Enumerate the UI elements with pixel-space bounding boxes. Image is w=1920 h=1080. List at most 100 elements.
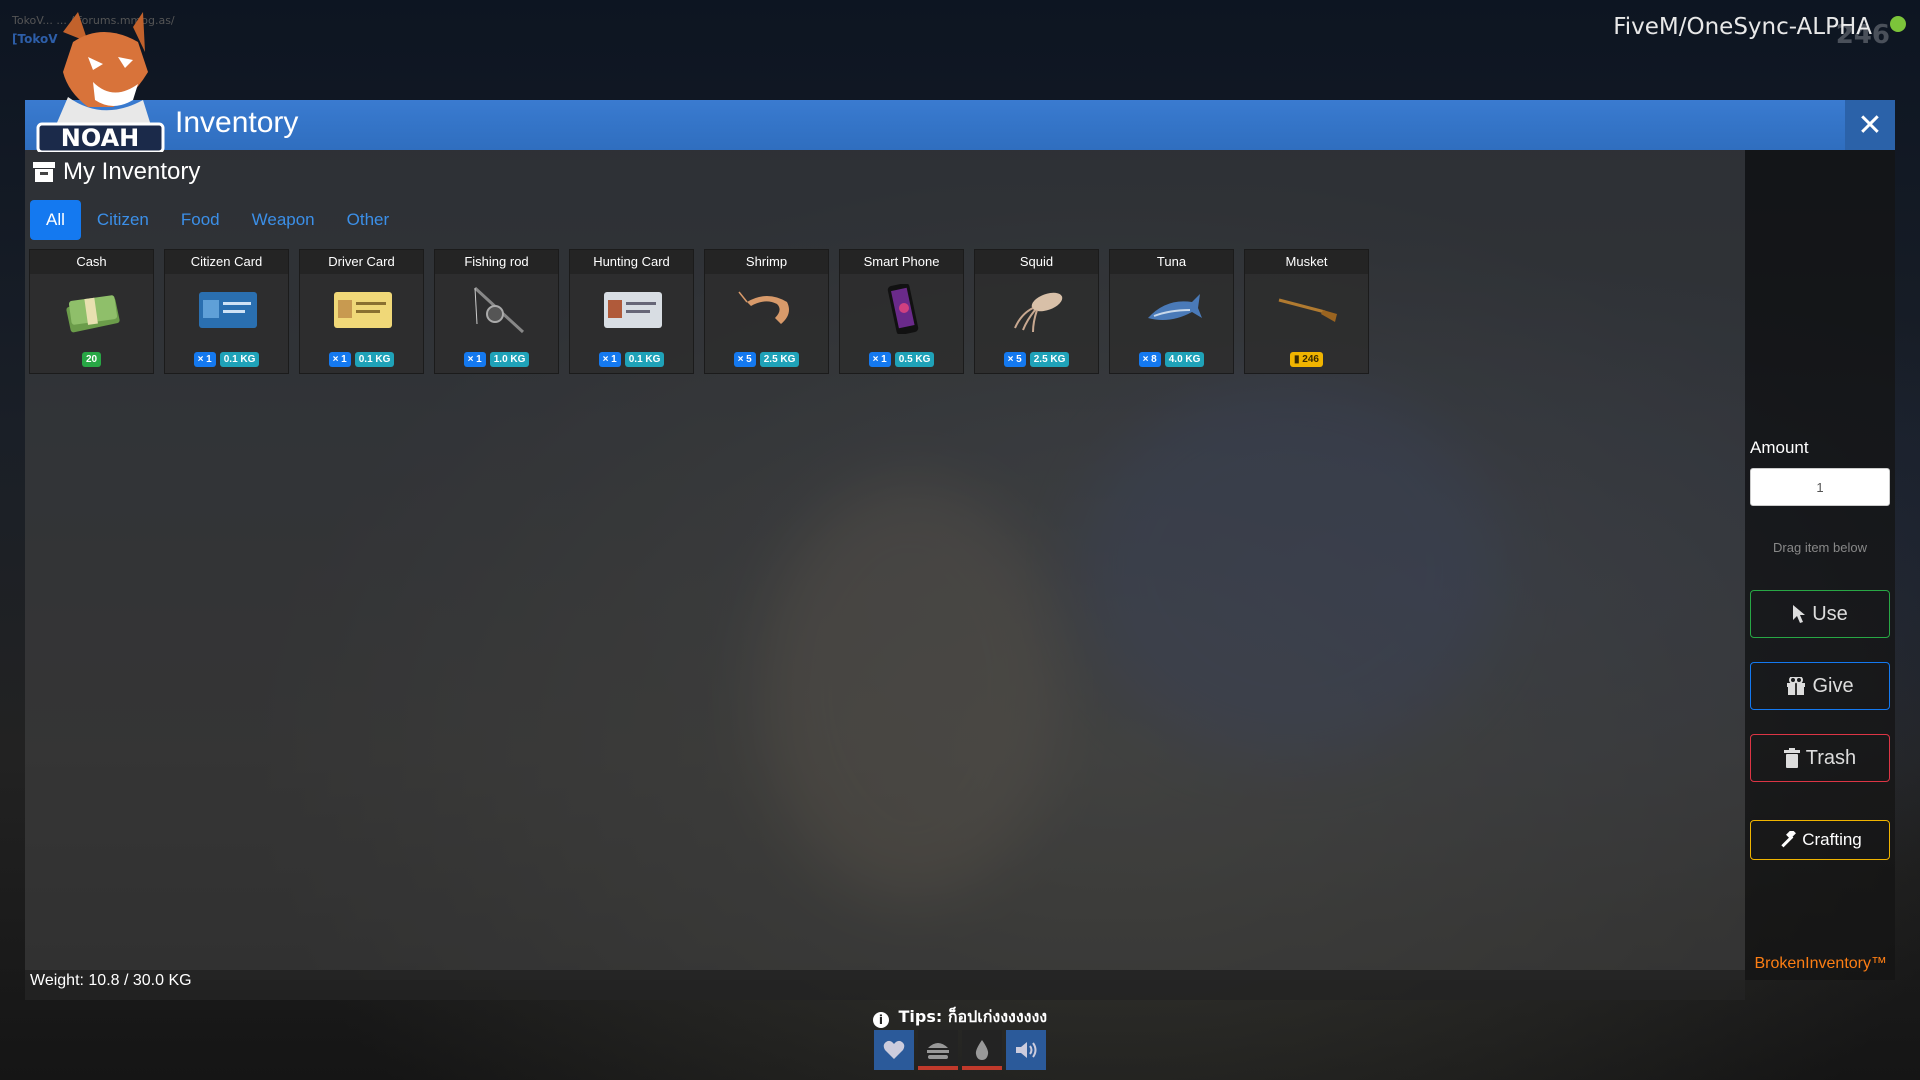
info-icon: i	[872, 1012, 889, 1028]
count-badge: × 1	[598, 352, 621, 367]
tips-text: Tips: ก็อปเก่งงงงงงง	[898, 1007, 1048, 1026]
item-slot-hunting-card[interactable]: Hunting Card × 1 0.1 KG	[569, 249, 694, 374]
weight-badge: 0.5 KG	[894, 352, 935, 367]
item-grid: Cash 20 Citizen Card × 1 0.1 KG Driver C…	[29, 249, 1369, 374]
category-tabs: All Citizen Food Weapon Other	[30, 200, 405, 240]
hunting-card-icon	[604, 292, 662, 328]
hunger-level-bar	[918, 1066, 958, 1070]
quantity-badge: 20	[81, 352, 102, 367]
fishing-rod-icon	[473, 286, 525, 334]
item-name: Squid	[975, 250, 1098, 274]
count-badge: × 1	[868, 352, 891, 367]
voice-status	[1006, 1030, 1046, 1070]
gift-icon	[1787, 677, 1806, 695]
item-name: Fishing rod	[435, 250, 558, 274]
count-badge: × 5	[733, 352, 756, 367]
weight-badge: 2.5 KG	[1029, 352, 1070, 367]
close-button[interactable]: ✕	[1845, 100, 1895, 150]
health-status	[874, 1030, 914, 1070]
item-slot-fishing-rod[interactable]: Fishing rod × 1 1.0 KG	[434, 249, 559, 374]
heart-icon	[883, 1040, 905, 1059]
trash-icon	[1783, 748, 1800, 768]
item-name: Shrimp	[705, 250, 828, 274]
wolf-logo-icon: NOAH	[36, 12, 165, 152]
item-name: Hunting Card	[570, 250, 693, 274]
tab-all[interactable]: All	[30, 200, 81, 240]
thirst-level-bar	[962, 1066, 1002, 1070]
inventory-window: Inventory ✕ NOAH My Inventory All Citize…	[25, 12, 1895, 1000]
item-name: Tuna	[1110, 250, 1233, 274]
ammo-badge: ▮ 246	[1290, 352, 1323, 367]
archive-box-icon	[33, 162, 55, 182]
smartphone-icon	[887, 284, 919, 334]
drag-hint: Drag item below	[1773, 540, 1867, 555]
titlebar: Inventory ✕	[25, 100, 1895, 150]
tuna-icon	[1148, 294, 1202, 320]
musket-icon	[1278, 298, 1337, 322]
server-status-icon	[1890, 16, 1906, 32]
item-slot-citizen-card[interactable]: Citizen Card × 1 0.1 KG	[164, 249, 289, 374]
item-name: Musket	[1245, 250, 1368, 274]
weight-badge: 1.0 KG	[489, 352, 530, 367]
server-name: FiveM/OneSync-ALPHA	[1613, 14, 1872, 40]
use-drop-zone[interactable]: Use	[1750, 590, 1890, 638]
pointer-icon	[1793, 605, 1806, 623]
use-label: Use	[1812, 602, 1848, 625]
item-slot-musket[interactable]: Musket ▮ 246	[1244, 249, 1369, 374]
crafting-label: Crafting	[1802, 830, 1862, 849]
item-slot-driver-card[interactable]: Driver Card × 1 0.1 KG	[299, 249, 424, 374]
item-name: Smart Phone	[840, 250, 963, 274]
driver-card-icon	[334, 292, 392, 328]
shrimp-icon	[738, 291, 789, 324]
action-panel: Amount Drag item below Use Give Trash Cr…	[1745, 150, 1895, 980]
weight-bar	[25, 970, 1745, 1000]
tab-food[interactable]: Food	[165, 200, 236, 240]
status-bar	[874, 1030, 1046, 1070]
tab-weapon[interactable]: Weapon	[236, 200, 331, 240]
hammer-icon	[1781, 831, 1797, 848]
tab-other[interactable]: Other	[331, 200, 406, 240]
thirst-status	[962, 1030, 1002, 1070]
give-drop-zone[interactable]: Give	[1750, 662, 1890, 710]
item-name: Citizen Card	[165, 250, 288, 274]
item-slot-cash[interactable]: Cash 20	[29, 249, 154, 374]
item-slot-squid[interactable]: Squid × 5 2.5 KG	[974, 249, 1099, 374]
count-badge: × 5	[1003, 352, 1026, 367]
count-badge: × 1	[463, 352, 486, 367]
item-slot-shrimp[interactable]: Shrimp × 5 2.5 KG	[704, 249, 829, 374]
water-drop-icon	[975, 1040, 989, 1060]
item-name: Cash	[30, 250, 153, 274]
tips: i Tips: ก็อปเก่งงงงงงง	[0, 1005, 1920, 1030]
count-badge: × 8	[1138, 352, 1161, 367]
give-label: Give	[1812, 674, 1854, 697]
count-badge: × 1	[193, 352, 216, 367]
weight-badge: 0.1 KG	[624, 352, 665, 367]
tab-citizen[interactable]: Citizen	[81, 200, 165, 240]
player-count: 246	[1835, 20, 1890, 50]
weight-badge: 0.1 KG	[354, 352, 395, 367]
amount-input[interactable]	[1750, 468, 1890, 506]
window-title: Inventory	[175, 106, 299, 139]
inventory-panel: My Inventory All Citizen Food Weapon Oth…	[25, 150, 1745, 1000]
svg-text:NOAH: NOAH	[61, 124, 140, 152]
trash-drop-zone[interactable]: Trash	[1750, 734, 1890, 782]
squid-icon	[1014, 292, 1063, 333]
inventory-header-label: My Inventory	[63, 158, 201, 185]
brand-label: BrokenInventory™	[1754, 955, 1887, 972]
weight-badge: 2.5 KG	[759, 352, 800, 367]
burger-icon	[927, 1043, 949, 1059]
weight-badge: 4.0 KG	[1164, 352, 1205, 367]
cash-icon	[66, 295, 120, 333]
hunger-status	[918, 1030, 958, 1070]
crafting-button[interactable]: Crafting	[1750, 820, 1890, 860]
item-slot-smart-phone[interactable]: Smart Phone × 1 0.5 KG	[839, 249, 964, 374]
weight-label: Weight: 10.8 / 30.0 KG	[30, 972, 192, 989]
citizen-card-icon	[199, 292, 257, 328]
item-slot-tuna[interactable]: Tuna × 8 4.0 KG	[1109, 249, 1234, 374]
item-name: Driver Card	[300, 250, 423, 274]
speaker-icon	[1016, 1042, 1037, 1058]
trash-label: Trash	[1805, 746, 1857, 769]
count-badge: × 1	[328, 352, 351, 367]
inventory-header: My Inventory	[33, 158, 200, 186]
weight-badge: 0.1 KG	[219, 352, 260, 367]
